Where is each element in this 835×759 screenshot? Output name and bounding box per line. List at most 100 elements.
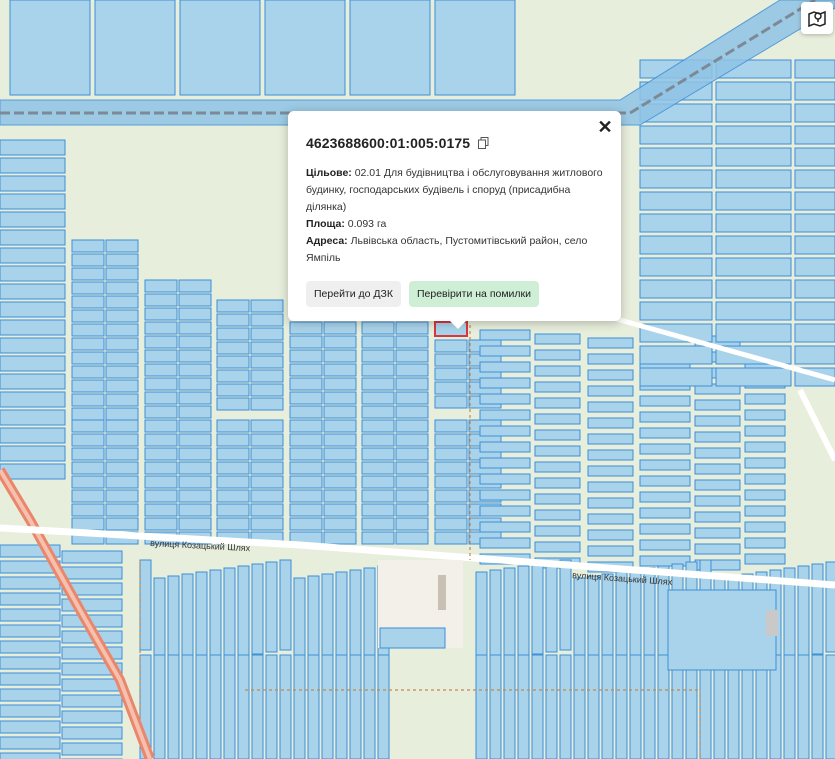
- parcel[interactable]: [639, 169, 713, 189]
- parcel[interactable]: [71, 239, 105, 253]
- parcel[interactable]: [323, 391, 357, 405]
- parcel[interactable]: [794, 81, 835, 101]
- parcel[interactable]: [289, 321, 323, 335]
- parcel[interactable]: [361, 419, 395, 433]
- parcel[interactable]: [639, 257, 713, 277]
- parcel[interactable]: [395, 531, 429, 545]
- parcel[interactable]: [534, 493, 581, 505]
- parcel[interactable]: [377, 654, 390, 759]
- parcel[interactable]: [289, 363, 323, 377]
- parcel[interactable]: [0, 752, 61, 759]
- parcel[interactable]: [289, 419, 323, 433]
- parcel[interactable]: [71, 433, 105, 447]
- parcel[interactable]: [323, 531, 357, 545]
- parcel[interactable]: [71, 253, 105, 267]
- parcel[interactable]: [71, 351, 105, 365]
- parcel[interactable]: [71, 393, 105, 407]
- parcel[interactable]: [534, 541, 581, 553]
- parcel[interactable]: [534, 477, 581, 489]
- parcel[interactable]: [639, 345, 713, 365]
- parcel[interactable]: [434, 0, 516, 96]
- parcel[interactable]: [715, 103, 792, 123]
- parcel[interactable]: [0, 427, 66, 444]
- parcel[interactable]: [105, 295, 139, 309]
- parcel[interactable]: [587, 575, 600, 667]
- parcel[interactable]: [694, 399, 741, 411]
- parcel[interactable]: [0, 592, 61, 606]
- parcel[interactable]: [178, 293, 212, 307]
- parcel[interactable]: [250, 341, 284, 355]
- parcel[interactable]: [289, 447, 323, 461]
- parcel[interactable]: [395, 503, 429, 517]
- parcel[interactable]: [434, 447, 468, 461]
- parcel[interactable]: [323, 503, 357, 517]
- parcel[interactable]: [534, 413, 581, 425]
- parcel[interactable]: [0, 608, 61, 622]
- parcel[interactable]: [534, 509, 581, 521]
- parcel[interactable]: [289, 503, 323, 517]
- parcel[interactable]: [61, 566, 123, 580]
- parcel[interactable]: [250, 517, 284, 531]
- parcel[interactable]: [744, 425, 786, 437]
- parcel[interactable]: [289, 489, 323, 503]
- parcel[interactable]: [216, 313, 250, 327]
- parcel[interactable]: [395, 433, 429, 447]
- parcel[interactable]: [250, 327, 284, 341]
- parcel[interactable]: [434, 367, 468, 381]
- parcel[interactable]: [534, 445, 581, 457]
- parcel[interactable]: [573, 654, 586, 759]
- parcel[interactable]: [639, 301, 713, 321]
- parcel[interactable]: [517, 654, 530, 759]
- parcel[interactable]: [639, 147, 713, 167]
- parcel[interactable]: [153, 654, 166, 759]
- parcel[interactable]: [361, 321, 395, 335]
- parcel[interactable]: [534, 365, 581, 377]
- parcel[interactable]: [694, 495, 741, 507]
- parcel[interactable]: [395, 335, 429, 349]
- parcel[interactable]: [216, 419, 250, 433]
- parcel[interactable]: [694, 431, 741, 443]
- parcel[interactable]: [178, 321, 212, 335]
- parcel[interactable]: [534, 461, 581, 473]
- layers-button[interactable]: [801, 2, 833, 34]
- parcel[interactable]: [71, 461, 105, 475]
- parcel[interactable]: [323, 461, 357, 475]
- parcel[interactable]: [144, 307, 178, 321]
- parcel[interactable]: [105, 365, 139, 379]
- parcel[interactable]: [323, 419, 357, 433]
- parcel[interactable]: [321, 573, 334, 665]
- parcel[interactable]: [434, 339, 468, 353]
- parcel[interactable]: [363, 654, 376, 759]
- parcel[interactable]: [479, 329, 531, 341]
- parcel[interactable]: [361, 363, 395, 377]
- parcel[interactable]: [289, 517, 323, 531]
- parcel[interactable]: [694, 415, 741, 427]
- parcel[interactable]: [61, 694, 123, 708]
- parcel[interactable]: [744, 521, 786, 533]
- parcel[interactable]: [178, 461, 212, 475]
- parcel[interactable]: [489, 654, 502, 759]
- parcel[interactable]: [715, 235, 792, 255]
- parcel[interactable]: [0, 656, 61, 670]
- parcel[interactable]: [307, 575, 320, 667]
- parcel[interactable]: [531, 563, 544, 655]
- parcel[interactable]: [434, 395, 468, 409]
- parcel[interactable]: [105, 393, 139, 407]
- parcel[interactable]: [741, 654, 754, 759]
- parcel[interactable]: [144, 517, 178, 531]
- parcel[interactable]: [0, 337, 66, 354]
- parcel[interactable]: [71, 267, 105, 281]
- parcel[interactable]: [434, 517, 468, 531]
- parcel[interactable]: [503, 654, 516, 759]
- parcel[interactable]: [434, 433, 468, 447]
- parcel[interactable]: [769, 654, 782, 759]
- parcel[interactable]: [94, 0, 176, 96]
- parcel[interactable]: [9, 0, 91, 96]
- parcel[interactable]: [0, 720, 61, 734]
- parcel[interactable]: [216, 341, 250, 355]
- parcel[interactable]: [61, 646, 123, 660]
- parcel[interactable]: [178, 349, 212, 363]
- parcel[interactable]: [0, 157, 66, 174]
- parcel[interactable]: [639, 279, 713, 299]
- parcel[interactable]: [361, 447, 395, 461]
